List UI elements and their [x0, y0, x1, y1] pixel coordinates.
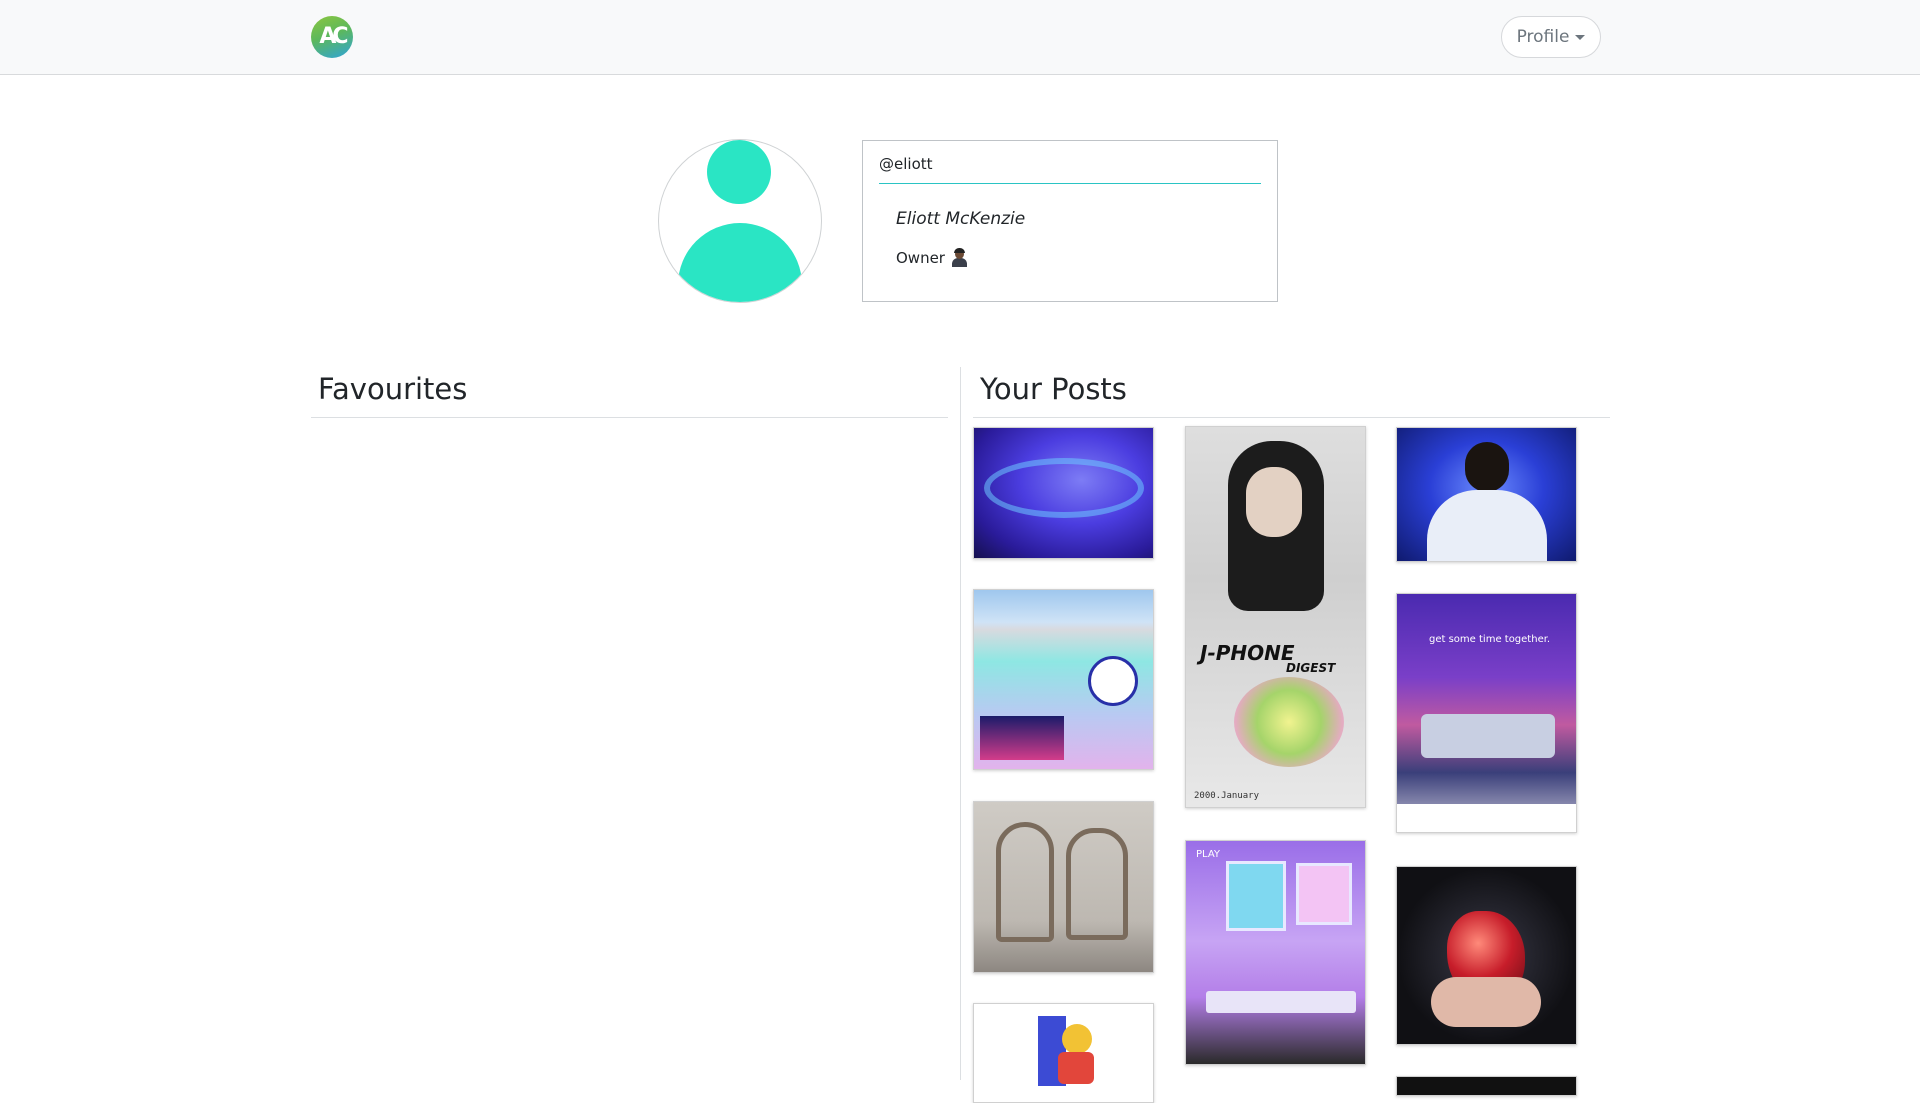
favourites-divider [311, 417, 948, 418]
avatar [658, 139, 822, 303]
post-tile[interactable]: J-PHONE DIGEST 2000.January [1185, 426, 1366, 808]
profile-label: Profile [1516, 27, 1570, 47]
favourites-title: Favourites [318, 372, 468, 406]
profile-dropdown-button[interactable]: Profile [1501, 16, 1601, 58]
divider [879, 183, 1261, 184]
full-name: Eliott McKenzie [896, 209, 1026, 229]
posts-title: Your Posts [980, 372, 1127, 406]
avatar-body [678, 223, 802, 302]
post-subcaption: DIGEST [1286, 661, 1336, 675]
posts-divider [973, 417, 1610, 418]
post-tile[interactable] [973, 427, 1154, 559]
logo-text: AC [319, 24, 348, 49]
post-caption: get some time together. [1429, 634, 1551, 645]
post-tile[interactable]: get some time together. [1396, 593, 1577, 833]
profile-info-card: @eliott Eliott McKenzie Owner [862, 140, 1278, 302]
logo-icon[interactable]: AC [311, 16, 353, 58]
post-caption: PLAY [1196, 849, 1221, 860]
post-tile[interactable] [1396, 866, 1577, 1045]
avatar-head [707, 140, 771, 204]
username: @eliott [879, 155, 933, 173]
post-caption: J-PHONE [1200, 641, 1295, 665]
post-tile[interactable] [973, 1003, 1154, 1103]
post-tile[interactable]: PLAY [1185, 840, 1366, 1065]
post-tile[interactable] [973, 589, 1154, 770]
post-tile[interactable] [1396, 427, 1577, 562]
caret-down-icon [1575, 34, 1586, 40]
post-tile[interactable] [973, 801, 1154, 973]
role-label: Owner [896, 249, 945, 267]
column-divider [960, 367, 961, 1080]
person-emoji-icon [951, 248, 967, 267]
role: Owner [896, 248, 967, 267]
post-tile[interactable] [1396, 1076, 1577, 1096]
post-image [1397, 594, 1576, 832]
post-date: 2000.January [1194, 791, 1260, 801]
navbar: AC Profile [0, 0, 1920, 75]
